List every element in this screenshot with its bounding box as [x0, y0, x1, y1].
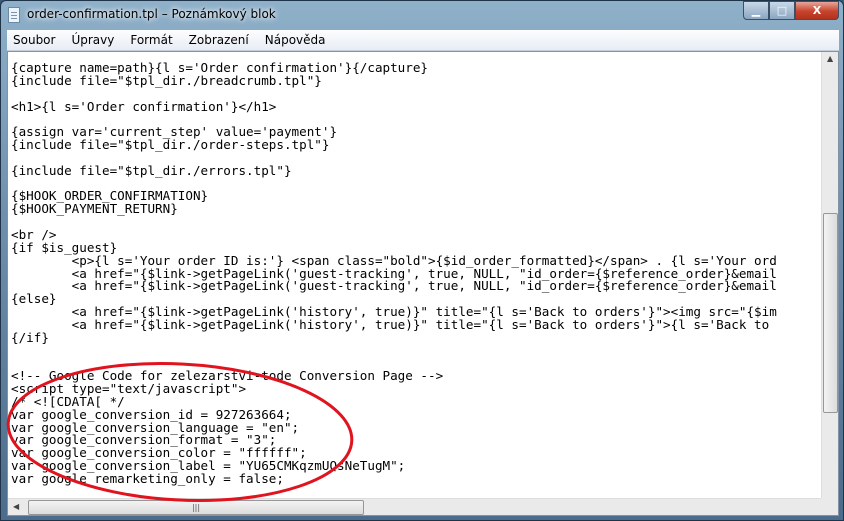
- code-line: {/if}: [11, 329, 49, 345]
- menu-format[interactable]: Formát: [128, 33, 174, 47]
- code-line: <br />: [11, 226, 57, 242]
- minimize-button[interactable]: ▁: [743, 1, 769, 20]
- menu-bar: Soubor Úpravy Formát Zobrazení Nápověda: [7, 30, 839, 51]
- scroll-left-icon[interactable]: ◀: [13, 502, 19, 511]
- code-line: <script type="text/javascript">: [11, 381, 247, 397]
- scroll-up-icon[interactable]: ▲: [827, 54, 833, 63]
- window-title: order-confirmation.tpl – Poznámkový blok: [27, 7, 276, 21]
- text-editor[interactable]: {capture name=path}{l s='Order confirmat…: [7, 51, 839, 516]
- vertical-scrollbar[interactable]: ▲: [821, 52, 838, 499]
- maximize-button[interactable]: □: [769, 1, 795, 20]
- close-button[interactable]: X: [795, 1, 839, 20]
- notepad-icon: [8, 7, 20, 23]
- horizontal-scroll-thumb[interactable]: |||: [28, 500, 364, 515]
- code-line: {include file="$tpl_dir./order-steps.tpl…: [11, 137, 330, 153]
- code-line: var google_remarketing_only = false;: [11, 471, 284, 486]
- code-line: {include file="$tpl_dir./errors.tpl"}: [11, 162, 292, 178]
- horizontal-scrollbar[interactable]: ◀ |||: [8, 498, 822, 515]
- vertical-scroll-thumb[interactable]: [823, 213, 838, 413]
- code-line: {include file="$tpl_dir./breadcrumb.tpl"…: [11, 72, 322, 88]
- code-line: <a href="{$link->getPageLink('guest-trac…: [11, 278, 777, 294]
- menu-view[interactable]: Zobrazení: [187, 33, 251, 47]
- code-line: <a href="{$link->getPageLink('history', …: [11, 316, 770, 332]
- menu-file[interactable]: Soubor: [11, 33, 57, 47]
- editor-text[interactable]: {capture name=path}{l s='Order confirmat…: [11, 62, 822, 498]
- code-line: {$HOOK_PAYMENT_RETURN}: [11, 201, 178, 217]
- menu-edit[interactable]: Úpravy: [69, 33, 116, 47]
- code-line: <h1>{l s='Order confirmation'}</h1>: [11, 98, 277, 114]
- size-grip: [821, 498, 838, 515]
- title-bar[interactable]: order-confirmation.tpl – Poznámkový blok…: [1, 1, 844, 29]
- menu-help[interactable]: Nápověda: [263, 33, 328, 47]
- notepad-window: order-confirmation.tpl – Poznámkový blok…: [0, 0, 844, 521]
